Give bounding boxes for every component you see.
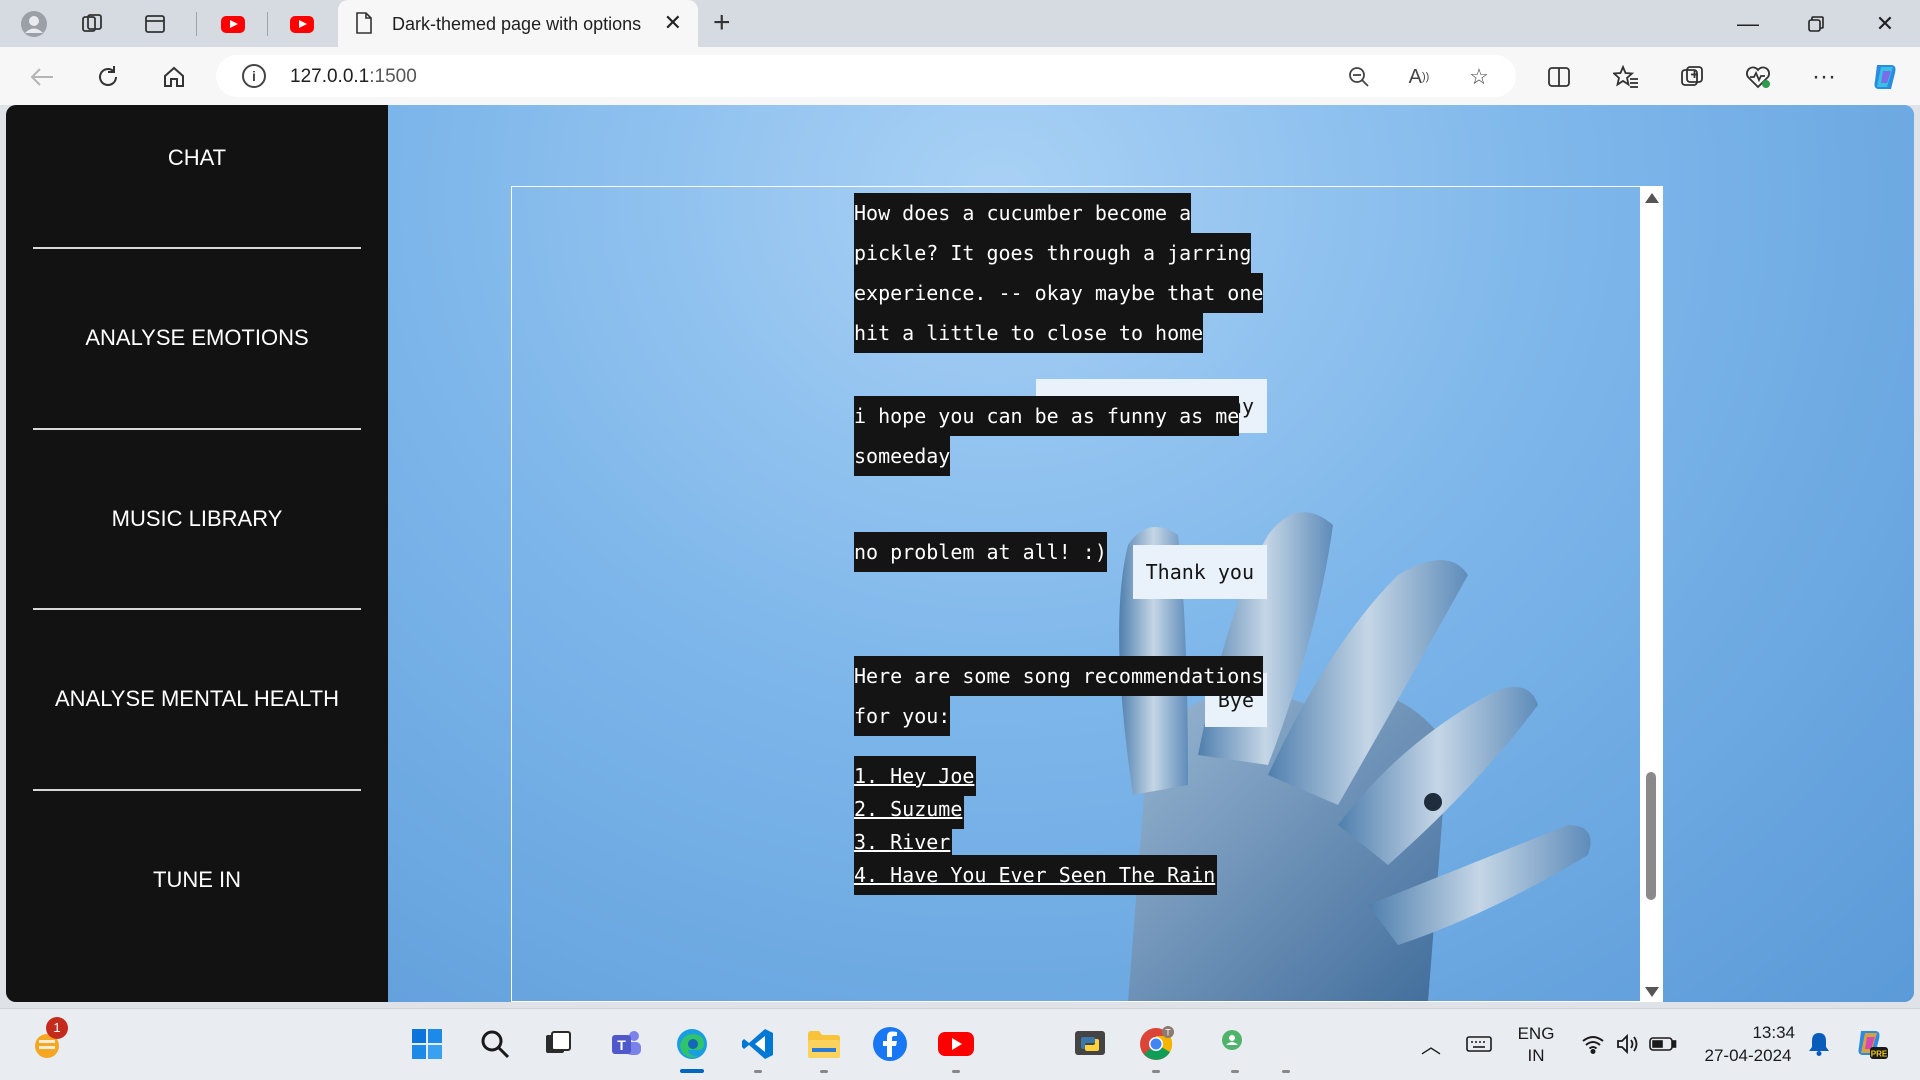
copilot-icon[interactable] [1868, 60, 1902, 94]
facebook-icon[interactable] [869, 1023, 911, 1065]
battery-icon[interactable] [1642, 1023, 1684, 1065]
meet-app-icon[interactable] [1214, 1023, 1256, 1073]
chat-scrollbar[interactable] [1640, 187, 1662, 1001]
scroll-up-arrow-icon[interactable] [1645, 193, 1659, 203]
site-info-icon[interactable]: i [242, 64, 266, 88]
collections-icon[interactable] [1675, 60, 1709, 94]
running-app-indicator [754, 1070, 762, 1073]
edge-icon[interactable] [671, 1023, 713, 1073]
back-icon[interactable] [25, 60, 59, 94]
keyboard-icon[interactable] [1458, 1023, 1500, 1065]
page-icon [356, 12, 372, 34]
tab-separator [267, 12, 268, 36]
home-icon[interactable] [157, 60, 191, 94]
sidebar-item-tune-in[interactable]: TUNE IN [6, 791, 388, 971]
sidebar-item-music-library[interactable]: MUSIC LIBRARY [6, 430, 388, 610]
read-aloud-icon[interactable]: A)) [1404, 63, 1434, 91]
browser-tab-bar: Dark-themed page with options ✕ + — ✕ [0, 0, 1920, 47]
show-hidden-icons-chevron-icon[interactable]: ︿ [1410, 1023, 1452, 1065]
clock[interactable]: 13:34 27-04-2024 [1693, 1021, 1803, 1067]
split-screen-icon[interactable] [1542, 60, 1576, 94]
sidebar: CHAT ANALYSE EMOTIONS MUSIC LIBRARY ANAL… [6, 105, 388, 1002]
refresh-icon[interactable] [91, 60, 125, 94]
address-bar[interactable]: i 127.0.0.1:1500 A)) ☆ [216, 55, 1516, 97]
svg-text:PRE: PRE [1871, 1050, 1888, 1059]
language-indicator[interactable]: ENG IN [1506, 1023, 1566, 1067]
notifications-bell-icon[interactable] [1798, 1023, 1840, 1065]
close-window-button[interactable]: ✕ [1855, 6, 1915, 42]
running-app-indicator [820, 1070, 828, 1073]
browser-essentials-icon[interactable] [1741, 60, 1775, 94]
bot-message: Here are some song recommendations for y… [854, 656, 1286, 736]
widgets-icon[interactable]: 1 [26, 1017, 68, 1065]
python-icon[interactable] [1069, 1023, 1111, 1065]
favorite-star-icon[interactable]: ☆ [1464, 63, 1494, 91]
sidebar-item-label: CHAT [167, 145, 227, 170]
profile-icon[interactable] [18, 8, 50, 40]
svg-text:T: T [617, 1037, 626, 1053]
bot-message: i hope you can be as funny as me someeda… [854, 396, 1274, 476]
tab-separator [196, 12, 197, 36]
restore-button[interactable] [1786, 6, 1846, 42]
zoom-out-icon[interactable] [1344, 63, 1374, 91]
svg-text:T: T [1165, 1028, 1171, 1038]
favorites-icon[interactable] [1609, 60, 1643, 94]
bot-message: How does a cucumber become a pickle? It … [854, 193, 1286, 353]
sidebar-item-analyse-emotions[interactable]: ANALYSE EMOTIONS [6, 249, 388, 429]
file-explorer-icon[interactable] [803, 1023, 845, 1073]
bot-message: no problem at all! :) [854, 532, 1274, 572]
new-tab-button[interactable]: + [713, 6, 731, 40]
youtube-tab-icon[interactable] [217, 8, 249, 40]
running-app-indicator [952, 1070, 960, 1073]
taskbar: 1 T T ︿ ENG IN 13:34 27-04-2024 PRE [0, 1008, 1920, 1080]
youtube-icon[interactable] [935, 1023, 977, 1073]
sidebar-item-label: ANALYSE EMOTIONS [85, 325, 309, 350]
workspaces-icon[interactable] [76, 8, 108, 40]
navigation-bar: i 127.0.0.1:1500 A)) ☆ ··· [0, 47, 1920, 105]
sidebar-item-label: ANALYSE MENTAL HEALTH [54, 686, 340, 711]
web-page: CHAT ANALYSE EMOTIONS MUSIC LIBRARY ANAL… [6, 105, 1914, 1002]
chat-panel[interactable]: How does a cucumber become a pickle? It … [511, 186, 1663, 1002]
more-options-icon[interactable]: ··· [1807, 60, 1841, 94]
tab-title: Dark-themed page with options [392, 14, 642, 34]
running-app-indicator [1282, 1070, 1290, 1073]
task-view-icon[interactable] [537, 1023, 579, 1065]
active-tab[interactable]: Dark-themed page with options ✕ [338, 0, 698, 47]
youtube-tab-icon[interactable] [286, 8, 318, 40]
sidebar-item-label: MUSIC LIBRARY [111, 506, 283, 531]
close-tab-icon[interactable]: ✕ [664, 10, 682, 36]
scroll-down-arrow-icon[interactable] [1645, 987, 1659, 997]
song-link[interactable]: 4. Have You Ever Seen The Rain [854, 855, 1218, 895]
teams-icon[interactable]: T [605, 1023, 647, 1065]
sidebar-item-label: TUNE IN [153, 867, 241, 892]
active-app-indicator [680, 1069, 704, 1073]
tab-actions-icon[interactable] [139, 8, 171, 40]
start-icon[interactable] [406, 1023, 448, 1065]
chrome-icon[interactable]: T [1135, 1023, 1177, 1073]
chat-messages: How does a cucumber become a pickle? It … [512, 187, 1642, 1001]
notification-badge: 1 [46, 1017, 68, 1039]
minimize-button[interactable]: — [1718, 6, 1778, 42]
search-icon[interactable] [474, 1023, 516, 1065]
copilot-taskbar-icon[interactable]: PRE [1850, 1023, 1892, 1065]
scrollbar-thumb[interactable] [1646, 772, 1656, 900]
vscode-icon[interactable] [737, 1023, 779, 1073]
url-text[interactable]: 127.0.0.1:1500 [290, 66, 417, 88]
running-app-indicator [1152, 1070, 1160, 1073]
sidebar-item-analyse-mental-health[interactable]: ANALYSE MENTAL HEALTH [6, 610, 388, 790]
running-app-indicator [1231, 1070, 1239, 1073]
app-indicator[interactable] [1265, 1023, 1307, 1073]
